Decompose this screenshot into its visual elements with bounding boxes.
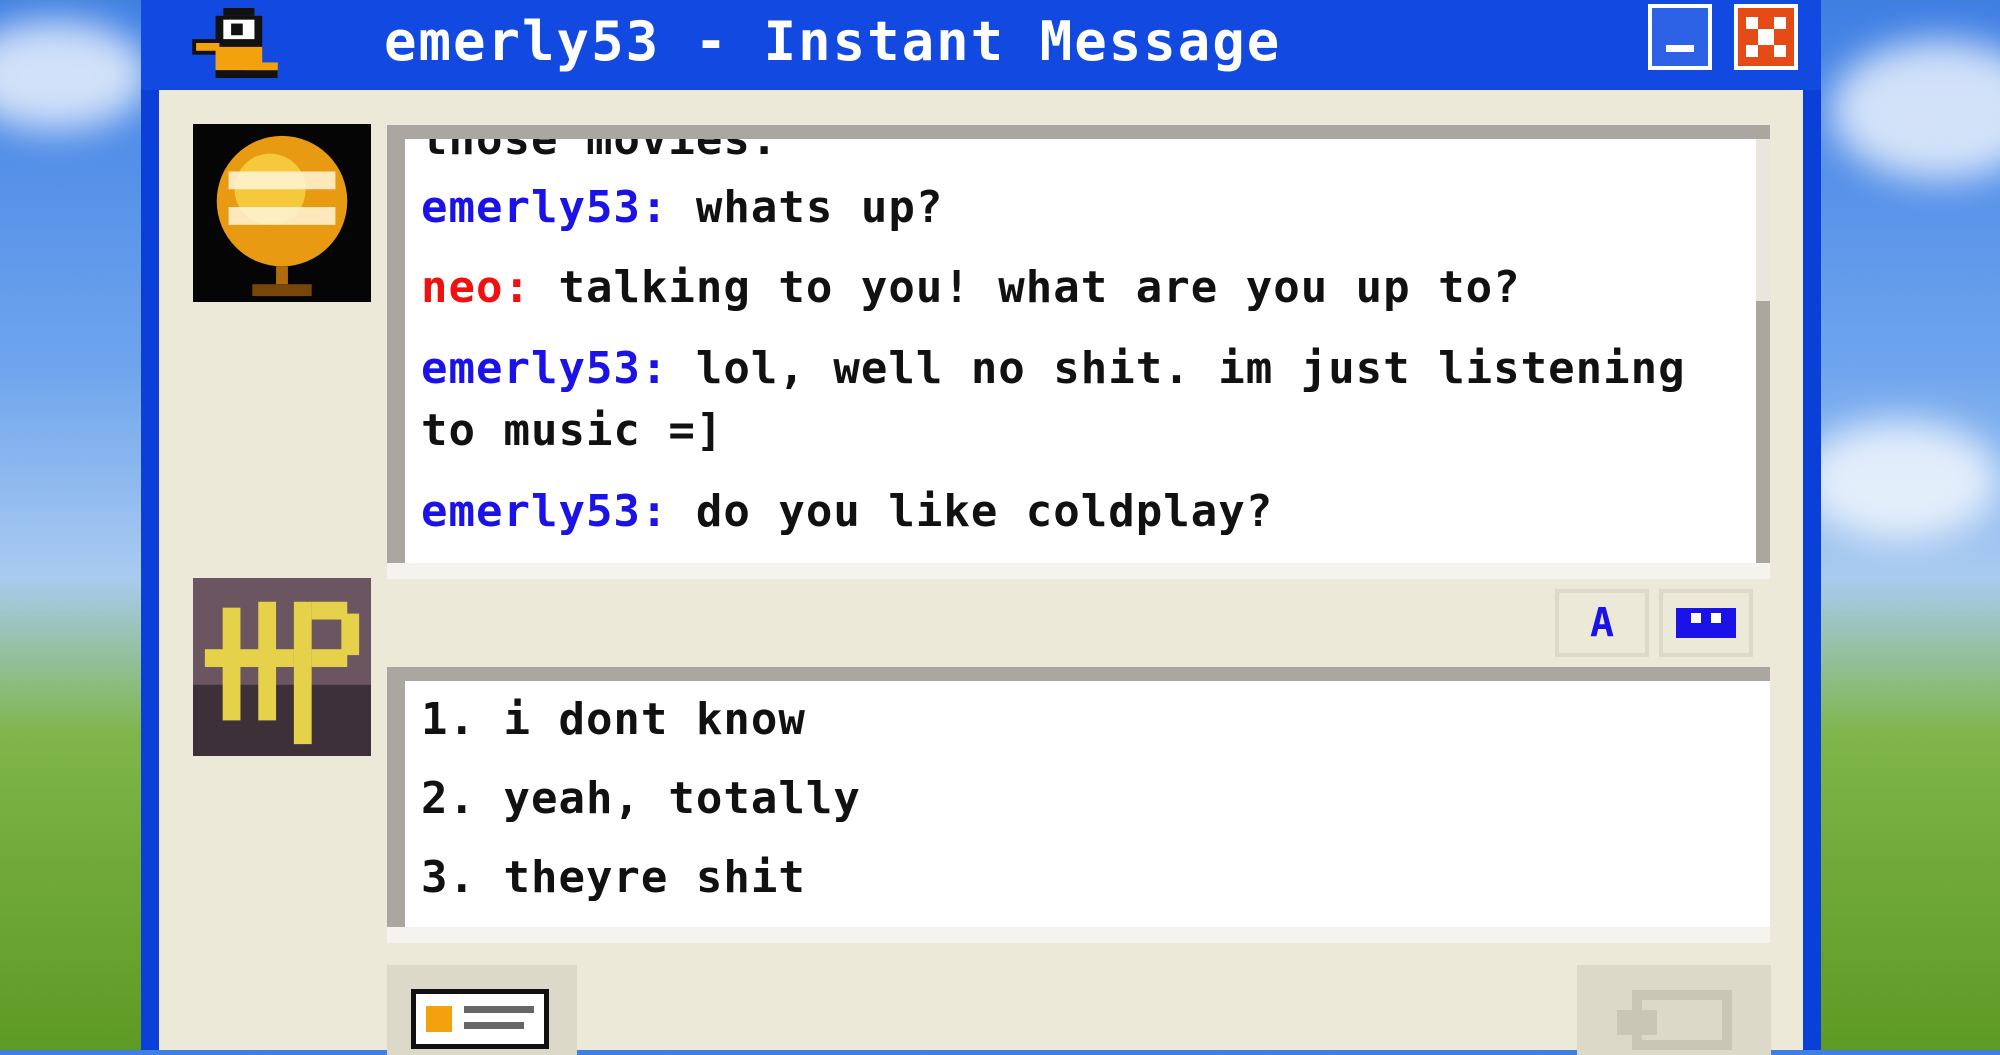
font-icon: A [1589,600,1615,646]
chat-message: emerly53: lol, well no shit. im just lis… [421,338,1701,462]
send-button[interactable] [1577,965,1771,1055]
chat-scrollbar[interactable] [1756,139,1770,563]
window-title: emerly53 - Instant Message [384,10,1282,73]
scroll-thumb[interactable] [1756,301,1770,563]
reply-option[interactable]: 2. yeah, totally [421,768,861,830]
reply-option[interactable]: 3. theyre shit [421,847,806,909]
chat-history[interactable]: those movies. emerly53: whats up? neo: t… [387,125,1770,563]
harry-potter-hp-avatar [193,578,371,756]
chat-message: neo: talking to you! what are you up to? [421,257,1701,319]
background-cloud [1830,40,2000,180]
window-client: those movies. emerly53: whats up? neo: t… [159,90,1803,1055]
chat-message: emerly53: do you like coldplay? [421,481,1701,543]
reply-option[interactable]: 1. i dont know [421,689,806,751]
buddy-info-icon [411,989,549,1049]
emoticon-button[interactable] [1659,589,1753,657]
close-icon [1746,17,1786,57]
font-button[interactable]: A [1555,589,1649,657]
message-text: whats up? [668,182,944,233]
background-cloud [0,20,150,130]
message-sender: neo: [421,262,531,313]
chat-partial-line: those movies. [421,125,779,165]
background-cloud [1800,420,2000,540]
im-window: emerly53 - Instant Message those movies.… [141,0,1821,1055]
message-sender: emerly53: [421,486,669,537]
chat-message: emerly53: whats up? [421,177,1701,239]
reply-border [387,927,1770,943]
message-text: talking to you! what are you up to? [530,262,1521,313]
chat-border [387,563,1770,579]
aim-buddy-icon [192,8,278,78]
message-sender: emerly53: [421,182,669,233]
face-icon [1676,608,1736,638]
coldplay-globe-avatar [193,124,371,302]
minimize-button[interactable] [1648,4,1712,70]
message-text: do you like coldplay? [668,486,1274,537]
buddy-info-button[interactable] [387,965,577,1055]
message-sender: emerly53: [421,343,669,394]
reply-options-box[interactable]: 1. i dont know 2. yeah, totally 3. theyr… [387,667,1770,927]
close-button[interactable] [1734,4,1798,70]
title-bar[interactable]: emerly53 - Instant Message [141,0,1821,90]
send-icon [1617,990,1732,1050]
